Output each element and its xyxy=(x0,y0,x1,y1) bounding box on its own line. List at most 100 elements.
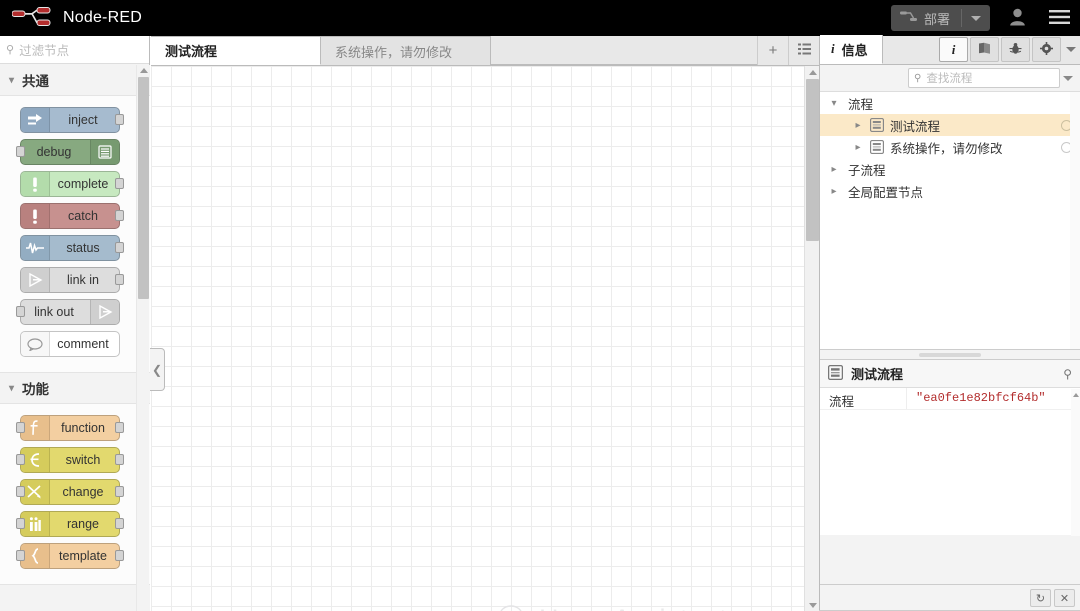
node-output-port[interactable] xyxy=(115,518,124,529)
chevron-right-icon[interactable]: ▸ xyxy=(850,120,866,131)
palette-search-placeholder: 过滤节点 xyxy=(19,44,70,58)
deploy-dropdown-toggle[interactable] xyxy=(962,15,990,21)
bug-icon xyxy=(1009,42,1022,58)
node-input-port[interactable] xyxy=(16,146,25,157)
node-output-port[interactable] xyxy=(115,550,124,561)
inject-arrow-icon xyxy=(21,108,50,132)
node-output-port[interactable] xyxy=(115,210,124,221)
node-output-port[interactable] xyxy=(115,178,124,189)
palette-category-body: function switch change range template xyxy=(0,404,150,585)
tree-row-3[interactable]: ▸ 子流程 xyxy=(820,158,1080,180)
search-icon[interactable]: ⚲ xyxy=(1063,367,1072,381)
palette-node-range[interactable]: range xyxy=(16,511,124,537)
flow-tab-1[interactable]: 系统操作，请勿修改 xyxy=(321,36,491,65)
node-input-port[interactable] xyxy=(16,518,25,529)
node-output-port[interactable] xyxy=(115,274,124,285)
properties-scroll-up-icon[interactable] xyxy=(1071,389,1080,401)
canvas-scrollbar-thumb[interactable] xyxy=(806,79,819,241)
properties-header: 测试流程 ⚲ xyxy=(820,360,1080,388)
canvas-scroll-down-icon[interactable] xyxy=(805,599,820,611)
canvas-scroll-up-icon[interactable] xyxy=(805,66,820,78)
tree-row-0[interactable]: ▾ 流程 xyxy=(820,92,1080,114)
node-input-port[interactable] xyxy=(16,486,25,497)
palette-scrollbar-thumb[interactable] xyxy=(138,77,149,299)
flow-tabs-bar: 测试流程 系统操作，请勿修改 + xyxy=(151,36,819,66)
tree-row-4[interactable]: ▸ 全局配置节点 xyxy=(820,180,1080,202)
tree-row-2[interactable]: ▸ 系统操作，请勿修改 xyxy=(820,136,1080,158)
node-red-logo-icon xyxy=(12,7,54,29)
palette-collapse-button[interactable]: ❮ xyxy=(150,348,165,391)
palette-node-function[interactable]: function xyxy=(16,415,124,441)
chevron-right-icon[interactable]: ▸ xyxy=(850,142,866,153)
palette-node-switch[interactable]: switch xyxy=(16,447,124,473)
node-output-port[interactable] xyxy=(115,114,124,125)
flow-canvas[interactable] xyxy=(151,66,819,611)
sidebar-tab-info[interactable]: i 信息 xyxy=(820,35,883,64)
sidebar-icon-tab-info[interactable]: i xyxy=(939,37,968,62)
flow-tab-label: 测试流程 xyxy=(165,44,218,59)
deploy-button[interactable]: 部署 xyxy=(890,5,990,31)
sidebar-icon-tab-config[interactable] xyxy=(1032,37,1061,62)
palette-node-label: template xyxy=(59,549,107,563)
node-output-port[interactable] xyxy=(115,242,124,253)
node-output-port[interactable] xyxy=(115,486,124,497)
flow-search-input[interactable]: ⚲ 查找流程 xyxy=(908,68,1060,88)
palette-node-comment[interactable]: comment xyxy=(20,331,120,357)
flow-search-options-button[interactable] xyxy=(1060,75,1076,81)
add-flow-button[interactable]: + xyxy=(757,36,788,65)
node-input-port[interactable] xyxy=(16,422,25,433)
function-f-icon xyxy=(21,416,50,440)
palette-scrollbar[interactable] xyxy=(136,65,149,611)
chevron-down-icon xyxy=(971,15,981,21)
chevron-down-icon xyxy=(1063,75,1073,81)
sidebar-footer: ↻ ✕ xyxy=(820,584,1080,611)
node-input-port[interactable] xyxy=(16,550,25,561)
flow-icon xyxy=(870,140,884,154)
palette-node-template[interactable]: template xyxy=(16,543,124,569)
refresh-icon: ↻ xyxy=(1035,592,1046,605)
main-menu-button[interactable] xyxy=(1038,0,1080,36)
palette-node-inject[interactable]: inject xyxy=(20,107,124,133)
chevron-right-icon[interactable]: ▸ xyxy=(826,164,842,175)
palette-category-label: 功能 xyxy=(22,382,50,397)
palette-node-change[interactable]: change xyxy=(16,479,124,505)
user-menu-button[interactable] xyxy=(996,0,1038,36)
chevron-right-icon[interactable]: ▸ xyxy=(826,186,842,197)
palette-node-link-out[interactable]: link out xyxy=(16,299,120,325)
palette-node-catch[interactable]: catch xyxy=(20,203,124,229)
canvas-vertical-scrollbar[interactable] xyxy=(804,66,819,611)
flow-tab-0[interactable]: 测试流程 xyxy=(151,36,321,65)
node-output-port[interactable] xyxy=(115,422,124,433)
palette-search-input[interactable]: ⚲ 过滤节点 xyxy=(0,36,149,64)
palette-node-complete[interactable]: complete xyxy=(20,171,124,197)
palette-node-label: debug xyxy=(36,145,72,159)
close-button[interactable]: ✕ xyxy=(1054,589,1075,607)
palette-node-label: catch xyxy=(68,209,98,223)
refresh-button[interactable]: ↻ xyxy=(1030,589,1051,607)
palette-node-status[interactable]: status xyxy=(20,235,124,261)
sidebar-more-tabs-button[interactable] xyxy=(1062,37,1080,62)
properties-scrollbar[interactable] xyxy=(1071,389,1080,536)
palette-node-label: comment xyxy=(57,337,109,351)
palette-node-link-in[interactable]: link in xyxy=(20,267,124,293)
tree-row-1[interactable]: ▸ 测试流程 xyxy=(820,114,1080,136)
node-output-port[interactable] xyxy=(115,454,124,465)
sidebar-tabs-bar: i 信息 i xyxy=(820,35,1080,65)
chevron-down-icon xyxy=(1066,47,1076,52)
palette-scroll-up-icon[interactable] xyxy=(137,65,150,76)
chevron-down-icon[interactable]: ▾ xyxy=(826,98,842,109)
node-input-port[interactable] xyxy=(16,454,25,465)
sidebar-icon-tab-debug[interactable] xyxy=(1001,37,1030,62)
flow-workspace: 测试流程 系统操作，请勿修改 + xyxy=(151,36,819,611)
palette-category-common[interactable]: ▾ 共通 xyxy=(0,65,150,96)
palette-node-debug[interactable]: debug xyxy=(16,139,120,165)
sidebar-icon-tab-help[interactable] xyxy=(970,37,999,62)
tree-scrollbar[interactable] xyxy=(1070,92,1080,349)
info-sidebar: i 信息 i ⚲ 查找流程 ▾ 流程 ▸ 测试流程 ▸ 系统操作，请勿修改 ▸ … xyxy=(819,35,1080,611)
node-input-port[interactable] xyxy=(16,306,25,317)
list-flows-button[interactable] xyxy=(788,36,819,65)
sidebar-resize-handle[interactable] xyxy=(820,350,1080,359)
deploy-icon xyxy=(899,10,917,26)
deploy-button-main[interactable]: 部署 xyxy=(891,5,961,31)
palette-category-function[interactable]: ▾ 功能 xyxy=(0,373,150,404)
